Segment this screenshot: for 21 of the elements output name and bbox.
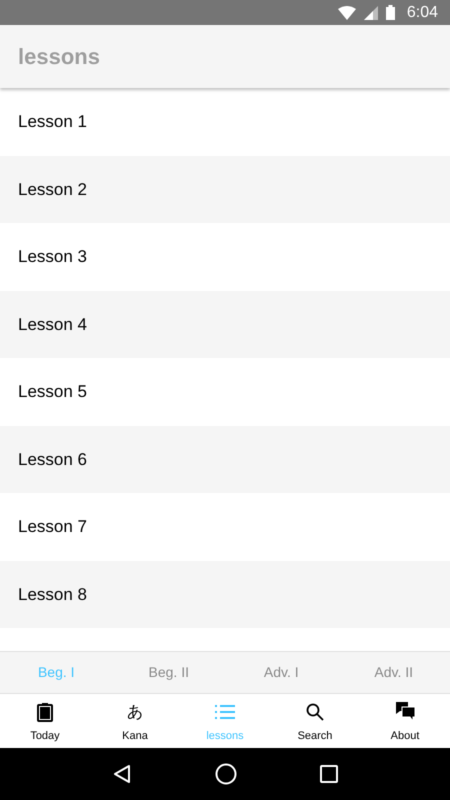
list-icon (215, 704, 235, 720)
nav-tab[interactable]: あ Kana (90, 694, 180, 748)
overview-icon[interactable] (320, 765, 338, 783)
lesson-row[interactable]: Lesson 2 (0, 156, 450, 223)
nav-tab[interactable]: About (360, 694, 450, 748)
kana-glyph-icon: あ (127, 702, 143, 722)
lesson-row[interactable]: Lesson 8 (0, 560, 450, 628)
back-icon[interactable] (112, 764, 132, 784)
lesson-row[interactable]: Lesson 4 (0, 290, 450, 358)
header-title: lessons (18, 43, 100, 71)
signal-icon (364, 6, 378, 20)
home-icon[interactable] (214, 763, 237, 785)
status-time: 6:04 (406, 2, 438, 22)
clipboard-icon (37, 702, 53, 722)
nav-tab[interactable]: Search (270, 694, 360, 748)
chat-bubbles-icon (396, 702, 414, 722)
battery-icon (386, 5, 395, 20)
nav-tab[interactable]: Today (0, 694, 90, 748)
search-icon (306, 702, 324, 721)
wifi-icon (338, 6, 356, 20)
lesson-row[interactable]: Lesson 6 (0, 426, 450, 493)
